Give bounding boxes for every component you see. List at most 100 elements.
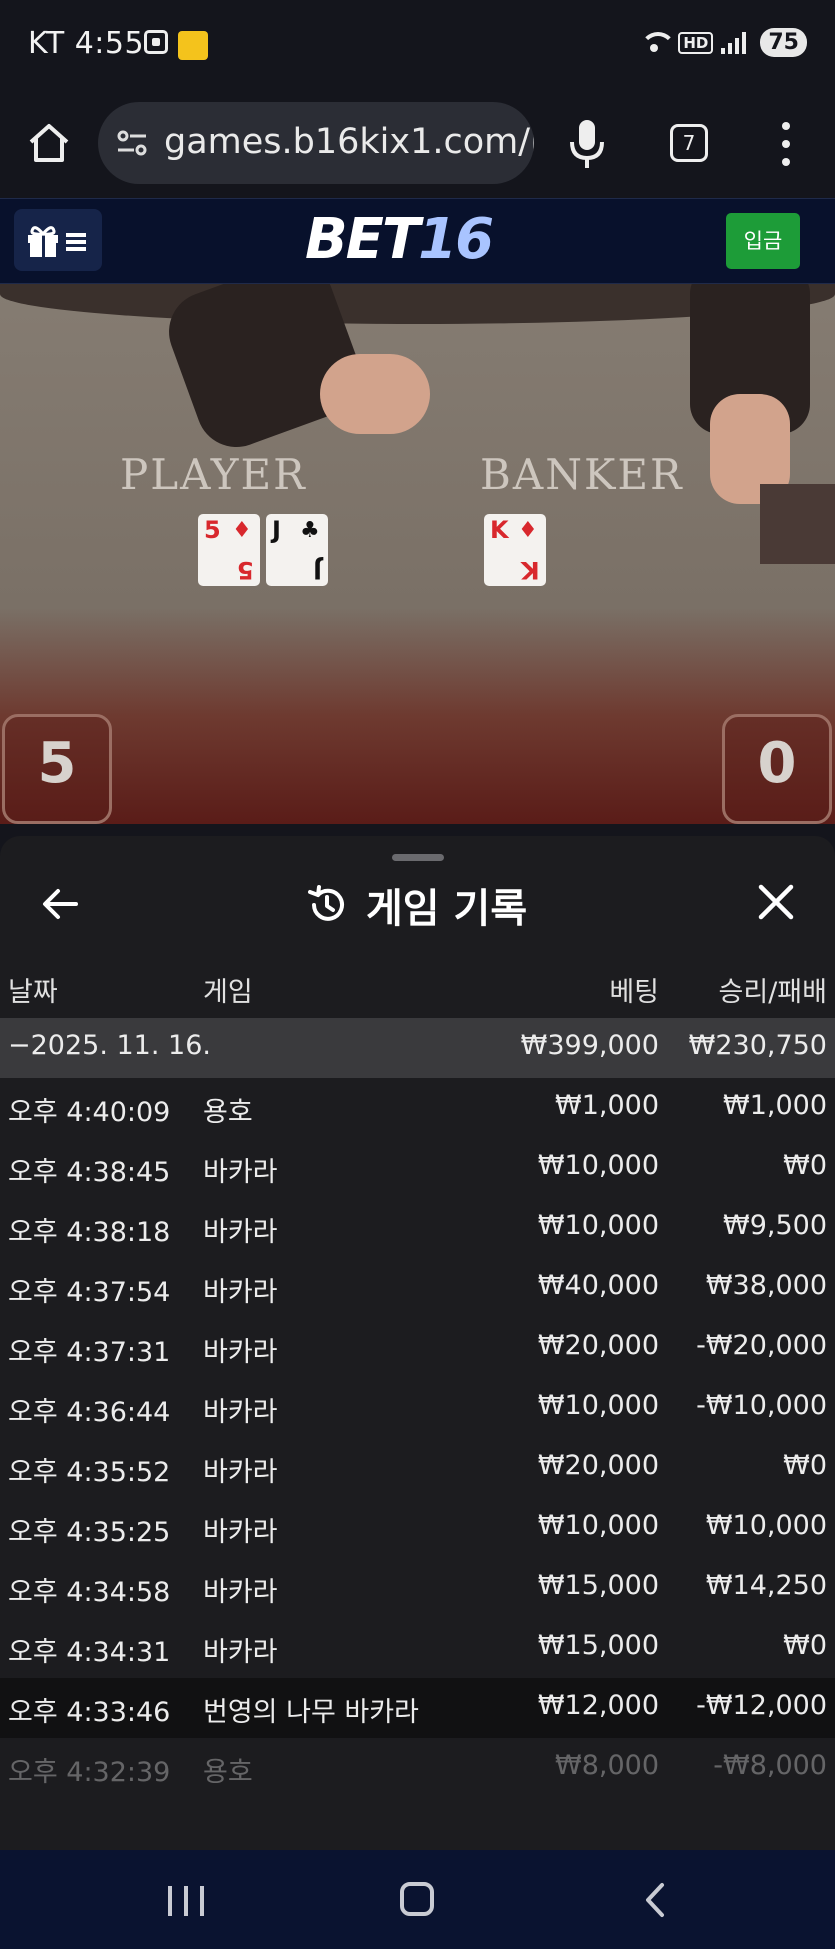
result-cell: ₩0 bbox=[783, 1630, 827, 1661]
banker-label: BANKER bbox=[480, 450, 684, 499]
site-info-icon[interactable] bbox=[116, 128, 148, 158]
table-row[interactable]: 오후 4:33:46 번영의 나무 바카라 ₩12,000 -₩12,000 bbox=[0, 1678, 835, 1738]
bet-cell: ₩15,000 bbox=[537, 1630, 659, 1661]
player-card: J ♣ J bbox=[266, 514, 328, 586]
microphone-icon bbox=[570, 120, 604, 168]
site-header: BET16 입금 bbox=[0, 198, 835, 284]
logo-text-16: 16 bbox=[418, 207, 494, 272]
game-cell: 바카라 bbox=[203, 1217, 278, 1248]
bet-total-cell: ₩399,000 bbox=[520, 1030, 659, 1061]
bet-cell: ₩10,000 bbox=[537, 1390, 659, 1421]
table-row[interactable]: 오후 4:37:54 바카라 ₩40,000 ₩38,000 bbox=[0, 1258, 835, 1318]
system-back-button[interactable] bbox=[640, 1882, 670, 1918]
column-header-date[interactable]: 날짜 bbox=[8, 970, 58, 1009]
time-cell: 오후 4:36:44 bbox=[8, 1397, 171, 1428]
history-table: 날짜 게임 베팅 승리/패배 −2025. 11. 16. ₩399,000 ₩… bbox=[0, 958, 835, 1798]
time-cell: 오후 4:34:58 bbox=[8, 1577, 171, 1608]
table-row[interactable]: 오후 4:38:18 바카라 ₩10,000 ₩9,500 bbox=[0, 1198, 835, 1258]
game-cell: 바카라 bbox=[203, 1637, 278, 1668]
dealer-hand bbox=[320, 354, 430, 434]
date-cell: −2025. 11. 16. bbox=[8, 1030, 211, 1061]
deposit-button[interactable]: 입금 bbox=[726, 213, 800, 269]
bet-cell: ₩40,000 bbox=[537, 1270, 659, 1301]
tab-switcher-button[interactable]: 7 bbox=[670, 124, 708, 162]
table-header: 날짜 게임 베팅 승리/패배 bbox=[0, 958, 835, 1018]
column-header-result[interactable]: 승리/패배 bbox=[719, 970, 827, 1009]
hd-icon: HD bbox=[678, 31, 714, 54]
game-cell: 번영의 나무 바카라 bbox=[203, 1697, 419, 1728]
time-cell: 오후 4:32:39 bbox=[8, 1757, 171, 1788]
bet-cell: ₩12,000 bbox=[537, 1690, 659, 1721]
table-row[interactable]: 오후 4:32:39 용호 ₩8,000 -₩8,000 bbox=[0, 1738, 835, 1798]
recent-apps-button[interactable] bbox=[168, 1886, 204, 1916]
game-cell: 바카라 bbox=[203, 1577, 278, 1608]
game-cell: 바카라 bbox=[203, 1397, 278, 1428]
chevron-left-icon bbox=[646, 1883, 664, 1917]
drag-handle[interactable] bbox=[392, 854, 444, 861]
result-cell: -₩12,000 bbox=[696, 1690, 827, 1721]
result-cell: -₩10,000 bbox=[696, 1390, 827, 1421]
table-row[interactable]: 오후 4:35:52 바카라 ₩20,000 ₩0 bbox=[0, 1438, 835, 1498]
time-cell: 오후 4:37:31 bbox=[8, 1337, 171, 1368]
url-text: games.b16kix1.com/L bbox=[164, 122, 534, 162]
game-cell: 용호 bbox=[203, 1757, 253, 1788]
game-cell: 바카라 bbox=[203, 1457, 278, 1488]
address-bar[interactable]: games.b16kix1.com/L bbox=[98, 102, 534, 184]
table-row[interactable]: 오후 4:36:44 바카라 ₩10,000 -₩10,000 bbox=[0, 1378, 835, 1438]
player-card: 5 ♦ 5 bbox=[198, 514, 260, 586]
game-cell: 바카라 bbox=[203, 1517, 278, 1548]
result-cell: ₩38,000 bbox=[705, 1270, 827, 1301]
table-row[interactable]: 오후 4:40:09 용호 ₩1,000 ₩1,000 bbox=[0, 1078, 835, 1138]
result-cell: -₩8,000 bbox=[713, 1750, 827, 1781]
back-button[interactable] bbox=[38, 882, 82, 926]
table-row[interactable]: 오후 4:35:25 바카라 ₩10,000 ₩10,000 bbox=[0, 1498, 835, 1558]
player-score: 5 bbox=[2, 714, 112, 824]
close-icon bbox=[758, 884, 794, 920]
table-row[interactable]: 오후 4:34:31 바카라 ₩15,000 ₩0 bbox=[0, 1618, 835, 1678]
home-icon bbox=[29, 124, 69, 162]
bet-cell: ₩20,000 bbox=[537, 1330, 659, 1361]
result-total-cell: ₩230,750 bbox=[688, 1030, 827, 1061]
kb-app-icon bbox=[178, 31, 208, 60]
close-button[interactable] bbox=[756, 882, 796, 922]
browser-menu-button[interactable] bbox=[776, 122, 796, 166]
time-cell: 오후 4:33:46 bbox=[8, 1697, 171, 1728]
card-shoe bbox=[760, 484, 835, 564]
bet-cell: ₩10,000 bbox=[537, 1150, 659, 1181]
arrow-left-icon bbox=[43, 889, 78, 919]
result-cell: ₩10,000 bbox=[705, 1510, 827, 1541]
game-cell: 바카라 bbox=[203, 1337, 278, 1368]
result-cell: -₩20,000 bbox=[696, 1330, 827, 1361]
live-video-stream[interactable]: PLAYER BANKER 5 ♦ 5 J ♣ J K ♦ K 5 0 bbox=[0, 284, 835, 824]
system-home-button[interactable] bbox=[400, 1882, 434, 1916]
time-cell: 오후 4:35:25 bbox=[8, 1517, 171, 1548]
game-cell: 바카라 bbox=[203, 1157, 278, 1188]
bet-cell: ₩10,000 bbox=[537, 1210, 659, 1241]
game-cell: 용호 bbox=[203, 1097, 253, 1128]
screenshot-icon bbox=[144, 30, 168, 54]
status-bar: KT 4:55 HD 75 bbox=[0, 0, 835, 92]
result-cell: ₩0 bbox=[783, 1150, 827, 1181]
date-group-row[interactable]: −2025. 11. 16. ₩399,000 ₩230,750 bbox=[0, 1018, 835, 1078]
result-cell: ₩9,500 bbox=[723, 1210, 827, 1241]
browser-home-button[interactable] bbox=[26, 120, 72, 166]
site-logo[interactable]: BET16 bbox=[305, 207, 494, 272]
column-header-bet[interactable]: 베팅 bbox=[609, 970, 659, 1009]
table-row[interactable]: 오후 4:38:45 바카라 ₩10,000 ₩0 bbox=[0, 1138, 835, 1198]
column-header-game[interactable]: 게임 bbox=[203, 970, 253, 1009]
game-history-panel: 게임 기록 날짜 게임 베팅 승리/패배 −2025. 11. 16. ₩399… bbox=[0, 836, 835, 1850]
player-label: PLAYER bbox=[120, 450, 307, 499]
bet-cell: ₩10,000 bbox=[537, 1510, 659, 1541]
time-cell: 오후 4:35:52 bbox=[8, 1457, 171, 1488]
system-navigation-bar bbox=[0, 1850, 835, 1949]
bet-cell: ₩8,000 bbox=[555, 1750, 659, 1781]
table-row[interactable]: 오후 4:37:31 바카라 ₩20,000 -₩20,000 bbox=[0, 1318, 835, 1378]
signal-icon bbox=[721, 31, 747, 54]
voice-search-button[interactable] bbox=[568, 118, 606, 170]
wifi-icon bbox=[640, 30, 677, 56]
bet-cell: ₩20,000 bbox=[537, 1450, 659, 1481]
table-row[interactable]: 오후 4:34:58 바카라 ₩15,000 ₩14,250 bbox=[0, 1558, 835, 1618]
time-cell: 오후 4:38:45 bbox=[8, 1157, 171, 1188]
gift-menu-button[interactable] bbox=[14, 209, 102, 271]
hamburger-icon bbox=[66, 233, 86, 251]
